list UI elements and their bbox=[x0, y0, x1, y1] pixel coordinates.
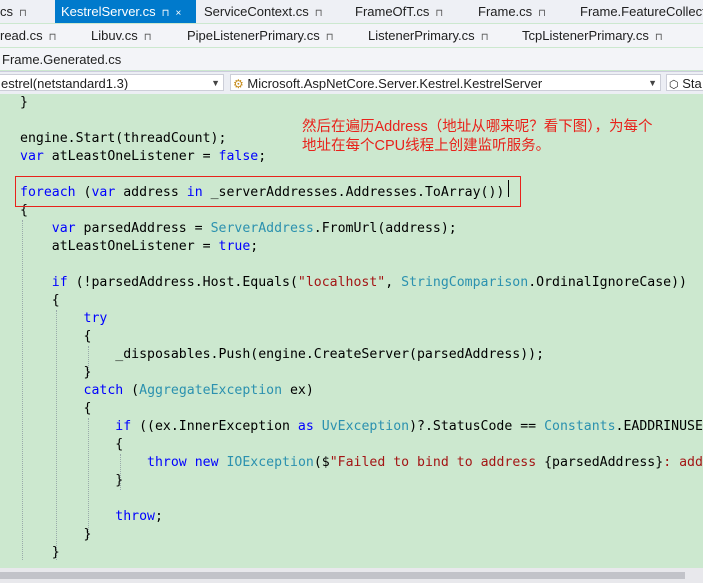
pin-icon[interactable]: ⊓ bbox=[481, 32, 489, 43]
tab-servicecontext[interactable]: ServiceContext.cs ⊓ bbox=[198, 0, 329, 23]
pin-icon[interactable]: ⊓ bbox=[144, 32, 152, 43]
tab-pipelistenerprimary[interactable]: PipeListenerPrimary.cs ⊓ bbox=[181, 24, 340, 47]
navigation-bar: estrel(netstandard1.3) ▼ ⚙ Microsoft.Asp… bbox=[0, 71, 703, 95]
pin-icon[interactable]: ⊓ bbox=[19, 8, 27, 19]
tab-frame-generated[interactable]: Frame.Generated.cs bbox=[0, 48, 127, 70]
code-editor[interactable]: } engine.Start(threadCount); var atLeast… bbox=[0, 94, 703, 568]
project-dropdown[interactable]: estrel(netstandard1.3) ▼ bbox=[0, 74, 224, 91]
type-dropdown[interactable]: ⚙ Microsoft.AspNetCore.Server.Kestrel.Ke… bbox=[230, 74, 661, 91]
tab-tcplistenerprimary[interactable]: TcpListenerPrimary.cs ⊓ bbox=[516, 24, 669, 47]
member-dropdown[interactable]: ⬡ Sta bbox=[666, 74, 703, 91]
code-text: } engine.Start(threadCount); var atLeast… bbox=[20, 95, 703, 560]
tab-frame-featurecollection[interactable]: Frame.FeatureCollecti bbox=[574, 0, 703, 23]
member-icon: ⬡ bbox=[669, 79, 679, 91]
document-tabs-row-3: Frame.Generated.cs bbox=[0, 48, 703, 70]
scrollbar-thumb[interactable] bbox=[0, 572, 685, 579]
tab-kestrelserver[interactable]: KestrelServer.cs ⊓ × bbox=[55, 0, 196, 23]
text-caret bbox=[508, 180, 509, 197]
document-tabs-row-2: read.cs ⊓ Libuv.cs ⊓ PipeListenerPrimary.c… bbox=[0, 24, 703, 47]
tab-listenerprimary[interactable]: ListenerPrimary.cs ⊓ bbox=[362, 24, 495, 47]
chevron-down-icon: ▼ bbox=[211, 78, 220, 88]
pin-icon[interactable]: ⊓ bbox=[49, 32, 57, 43]
pin-icon[interactable]: ⊓ bbox=[655, 32, 663, 43]
class-icon: ⚙ bbox=[233, 77, 244, 91]
document-tabs-row-1: cs ⊓ KestrelServer.cs ⊓ × ServiceContext.cs… bbox=[0, 0, 703, 23]
tab-frameoft[interactable]: FrameOfT.cs ⊓ bbox=[349, 0, 449, 23]
close-icon[interactable]: × bbox=[175, 8, 181, 19]
horizontal-scrollbar[interactable] bbox=[0, 568, 703, 583]
tab-partial-cs[interactable]: cs ⊓ bbox=[0, 0, 33, 23]
pin-icon[interactable]: ⊓ bbox=[162, 8, 170, 19]
annotation-line-1: 然后在遍历Address（地址从哪来呢？看下图），为每个 bbox=[302, 119, 653, 135]
pin-icon[interactable]: ⊓ bbox=[435, 8, 443, 19]
tab-frame[interactable]: Frame.cs ⊓ bbox=[472, 0, 552, 23]
annotation-line-2: 地址在每个CPU线程上创建监听服务。 bbox=[302, 138, 551, 154]
annotation-text: 然后在遍历Address（地址从哪来呢？看下图），为每个 地址在每个CPU线程上… bbox=[302, 118, 702, 156]
tab-libuv[interactable]: Libuv.cs ⊓ bbox=[85, 24, 158, 47]
pin-icon[interactable]: ⊓ bbox=[326, 32, 334, 43]
tab-partial-thread[interactable]: read.cs ⊓ bbox=[0, 24, 62, 47]
pin-icon[interactable]: ⊓ bbox=[315, 8, 323, 19]
pin-icon[interactable]: ⊓ bbox=[538, 8, 546, 19]
foreach-highlight-box bbox=[15, 176, 521, 207]
chevron-down-icon: ▼ bbox=[648, 78, 657, 88]
